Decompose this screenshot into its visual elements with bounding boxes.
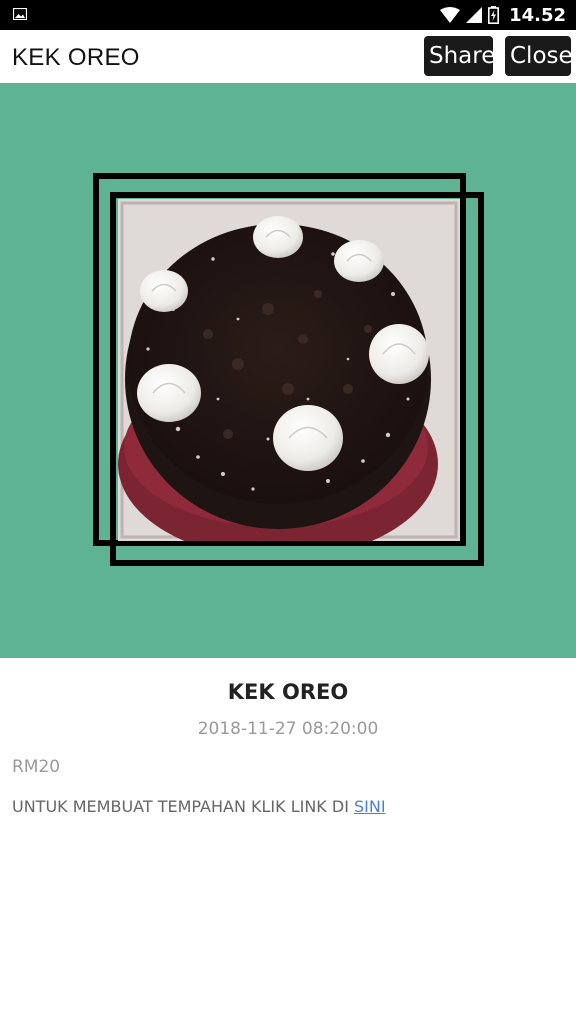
battery-charging-icon [488,6,500,24]
page-title: KEK OREO [12,44,140,71]
hero-image-area [0,83,576,658]
wifi-icon [440,7,461,23]
status-time: 14.52 [509,4,566,26]
post-description-text: UNTUK MEMBUAT TEMPAHAN KLIK LINK DI [12,797,355,816]
close-button[interactable]: Close [505,36,573,76]
app-header: KEK OREO Share Close [0,30,576,83]
photo-frame-front [110,192,484,566]
post-description: UNTUK MEMBUAT TEMPAHAN KLIK LINK DI SINI [12,797,386,816]
image-icon [13,8,27,20]
cell-signal-icon [466,7,483,23]
share-button[interactable]: Share [424,36,495,76]
order-link[interactable]: SINI [354,797,386,816]
status-bar: 14.52 [0,0,576,30]
post-title: KEK OREO [227,680,349,704]
post-date: 2018-11-27 08:20:00 [197,719,379,739]
status-icons: 14.52 [440,0,566,30]
post-price: RM20 [12,757,61,777]
